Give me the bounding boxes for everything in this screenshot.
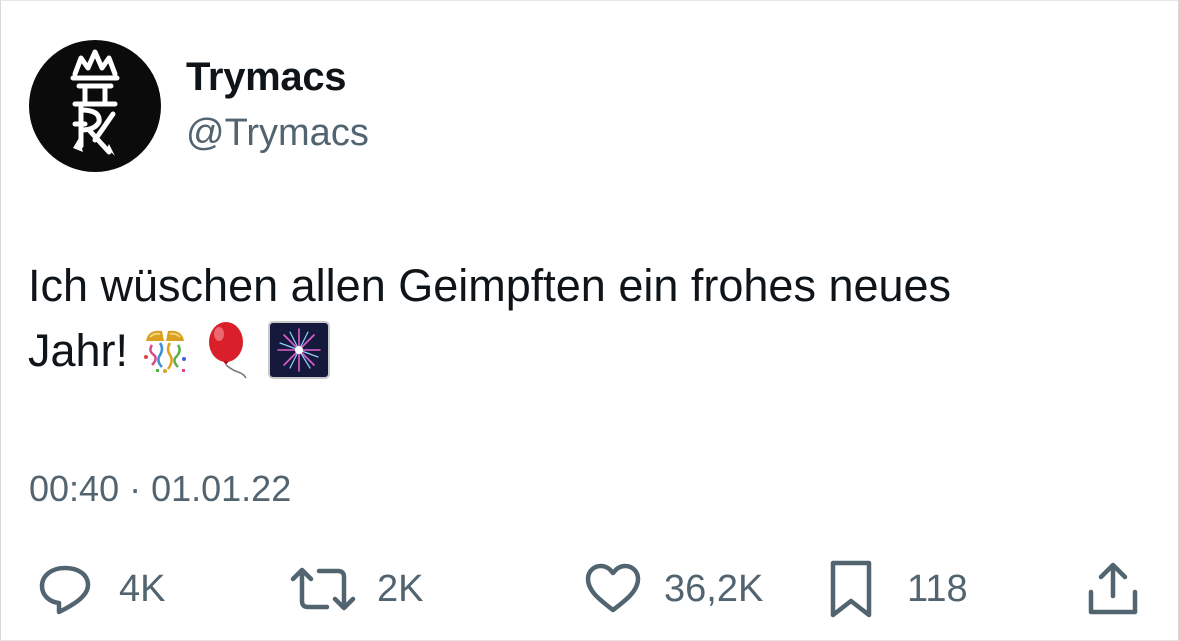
user-handle[interactable]: @Trymacs bbox=[186, 112, 369, 155]
reply-button[interactable]: 4K bbox=[37, 557, 165, 621]
bookmark-icon bbox=[830, 560, 872, 618]
tweet-timestamp[interactable]: 00:40 · 01.01.22 bbox=[29, 468, 291, 510]
retweet-count: 2K bbox=[377, 567, 424, 610]
fireworks-icon bbox=[268, 321, 331, 380]
display-name[interactable]: Trymacs bbox=[186, 55, 347, 100]
reply-icon bbox=[39, 565, 91, 615]
reply-count: 4K bbox=[119, 567, 166, 610]
share-icon bbox=[1088, 562, 1138, 615]
avatar[interactable] bbox=[29, 40, 161, 172]
retweet-button[interactable]: 2K bbox=[289, 557, 423, 621]
tweet-card: Trymacs @Trymacs Ich wüschen allen Geimp… bbox=[0, 0, 1179, 641]
share-button[interactable] bbox=[1085, 557, 1141, 621]
bookmark-button[interactable]: 118 bbox=[827, 557, 968, 621]
bookmark-count: 118 bbox=[907, 567, 968, 610]
tweet-text-line-1: Ich wüschen allen Geimpften ein frohes n… bbox=[28, 260, 952, 311]
crown-monogram-icon bbox=[70, 49, 120, 156]
tweet-text-line-2: Jahr! bbox=[28, 318, 1148, 383]
confetti-ball-icon bbox=[138, 325, 192, 375]
like-count: 36,2K bbox=[664, 567, 764, 610]
heart-icon bbox=[585, 563, 641, 613]
balloon-icon bbox=[202, 320, 252, 380]
like-button[interactable]: 36,2K bbox=[584, 557, 763, 621]
retweet-icon bbox=[290, 567, 356, 611]
tweet-text-line-2-text: Jahr! bbox=[28, 325, 129, 376]
action-bar: 4K 2K 36,2K 118 bbox=[1, 557, 1178, 621]
tweet-text: Ich wüschen allen Geimpften ein frohes n… bbox=[28, 253, 1148, 383]
